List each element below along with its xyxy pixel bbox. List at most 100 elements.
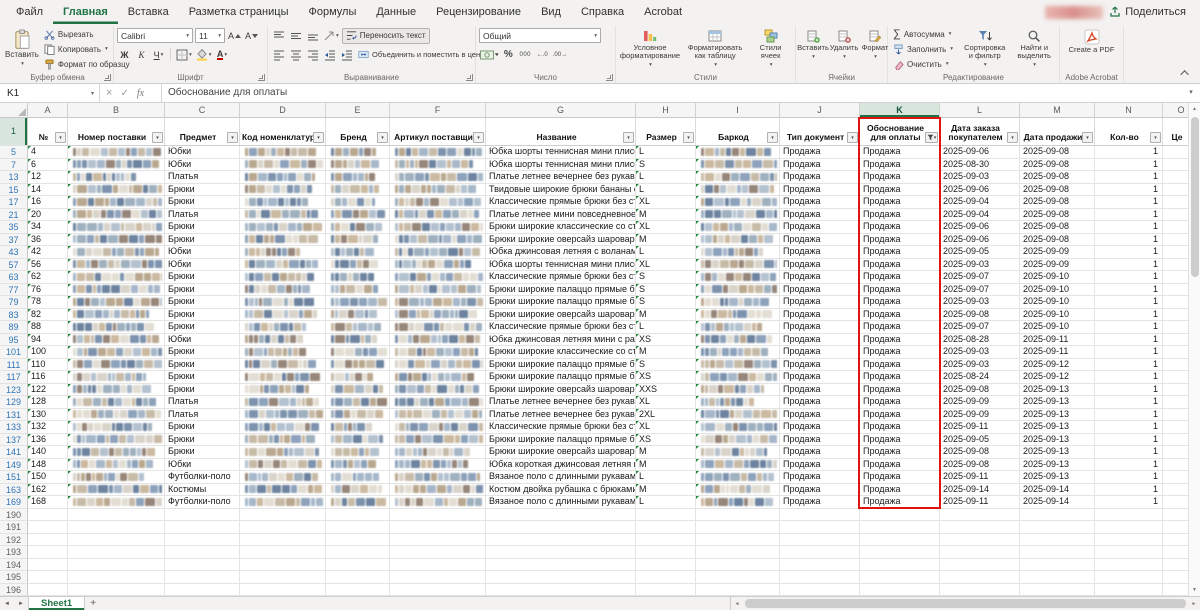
cell-F111[interactable] <box>390 358 486 371</box>
cell-I15[interactable] <box>696 183 780 196</box>
paste-button[interactable]: Вставить ▾ <box>5 27 39 73</box>
cell-A95[interactable]: 94 <box>28 333 68 346</box>
cell-E196[interactable] <box>326 583 390 596</box>
filter-header-cell-I[interactable]: Баркод ▾ <box>696 118 780 146</box>
cell-B5[interactable] <box>68 146 165 159</box>
cell-I190[interactable] <box>696 508 780 521</box>
cell-styles-button[interactable]: Стили ячеек ▾ <box>749 27 792 73</box>
cell-G190[interactable] <box>486 508 636 521</box>
cell-C141[interactable]: Брюки <box>165 446 240 459</box>
cell-H5[interactable]: L <box>636 146 696 159</box>
increase-indent-button[interactable] <box>339 47 354 62</box>
cell-K192[interactable] <box>860 533 940 546</box>
confirm-entry-button[interactable]: ✓ <box>120 88 128 99</box>
row-header-7[interactable]: 7 <box>0 158 28 171</box>
cell-G83[interactable]: Брюки широкие оверсайз шаровары ба <box>486 308 636 321</box>
cell-N63[interactable]: 1 <box>1095 271 1163 284</box>
cell-K194[interactable] <box>860 558 940 571</box>
cell-E194[interactable] <box>326 558 390 571</box>
cell-K77[interactable]: Продажа <box>860 283 940 296</box>
cell-I149[interactable] <box>696 458 780 471</box>
cell-B149[interactable] <box>68 458 165 471</box>
filter-dropdown-button[interactable]: ▾ <box>1082 132 1093 143</box>
cell-I117[interactable] <box>696 371 780 384</box>
cell-F117[interactable] <box>390 371 486 384</box>
cell-D137[interactable] <box>240 433 326 446</box>
cell-G123[interactable]: Брюки широкие оверсайз шаровары ба <box>486 383 636 396</box>
fill-button[interactable]: Заполнить ▾ <box>891 42 957 56</box>
cell-K141[interactable]: Продажа <box>860 446 940 459</box>
sort-filter-button[interactable]: Сортировка и фильтр ▾ <box>960 27 1009 73</box>
cell-M131[interactable]: 2025-09-13 <box>1020 408 1095 421</box>
cell-G169[interactable]: Вязаное поло с длинными рукавами ol <box>486 496 636 509</box>
cell-D111[interactable] <box>240 358 326 371</box>
row-header-193[interactable]: 193 <box>0 546 28 559</box>
cell-A15[interactable]: 14 <box>28 183 68 196</box>
ribbon-tab[interactable]: Рецензирование <box>426 0 531 24</box>
cell-D129[interactable] <box>240 396 326 409</box>
cell-A190[interactable] <box>28 508 68 521</box>
cell-F149[interactable] <box>390 458 486 471</box>
filter-header-cell-E[interactable]: Бренд ▾ <box>326 118 390 146</box>
cell-F89[interactable] <box>390 321 486 334</box>
clear-button[interactable]: Очистить ▾ <box>891 57 957 71</box>
filter-header-cell-J[interactable]: Тип документ ▾ <box>780 118 860 146</box>
cell-B131[interactable] <box>68 408 165 421</box>
cell-B7[interactable] <box>68 158 165 171</box>
filter-header-cell-B[interactable]: Номер поставки ▾ <box>68 118 165 146</box>
cell-M192[interactable] <box>1020 533 1095 546</box>
cell-G141[interactable]: Брюки широкие оверсайз шаровары ба <box>486 446 636 459</box>
cell-A169[interactable]: 168 <box>28 496 68 509</box>
row-header-137[interactable]: 137 <box>0 433 28 446</box>
cell-D13[interactable] <box>240 171 326 184</box>
cell-D101[interactable] <box>240 346 326 359</box>
collapse-ribbon-button[interactable] <box>1178 66 1194 80</box>
insert-function-button[interactable]: fx <box>137 88 144 99</box>
align-middle-button[interactable] <box>288 28 303 43</box>
cell-N101[interactable]: 1 <box>1095 346 1163 359</box>
insert-cells-button[interactable]: Вставить ▾ <box>797 27 829 73</box>
cell-D7[interactable] <box>240 158 326 171</box>
cell-M149[interactable]: 2025-09-13 <box>1020 458 1095 471</box>
cell-N196[interactable] <box>1095 583 1163 596</box>
cell-I133[interactable] <box>696 421 780 434</box>
cell-K111[interactable]: Продажа <box>860 358 940 371</box>
filter-header-cell-A[interactable]: № ▾ <box>28 118 68 146</box>
cell-L169[interactable]: 2025-09-11 <box>940 496 1020 509</box>
cell-E141[interactable] <box>326 446 390 459</box>
cell-L192[interactable] <box>940 533 1020 546</box>
cell-B151[interactable] <box>68 471 165 484</box>
cell-K133[interactable]: Продажа <box>860 421 940 434</box>
cell-H57[interactable]: XL <box>636 258 696 271</box>
cell-E123[interactable] <box>326 383 390 396</box>
cell-B123[interactable] <box>68 383 165 396</box>
create-pdf-button[interactable]: Create a PDF <box>1067 27 1117 73</box>
cell-M17[interactable]: 2025-09-08 <box>1020 196 1095 209</box>
orientation-button[interactable]: ▾ <box>322 28 340 43</box>
filter-applied-button[interactable]: ▾ <box>925 132 938 143</box>
cell-B196[interactable] <box>68 583 165 596</box>
cell-B192[interactable] <box>68 533 165 546</box>
cell-M195[interactable] <box>1020 571 1095 584</box>
cell-L35[interactable]: 2025-09-06 <box>940 221 1020 234</box>
cell-E101[interactable] <box>326 346 390 359</box>
row-header-63[interactable]: 63 <box>0 271 28 284</box>
cell-J13[interactable]: Продажа <box>780 171 860 184</box>
cell-F21[interactable] <box>390 208 486 221</box>
cell-C63[interactable]: Брюки <box>165 271 240 284</box>
ribbon-tab[interactable]: Acrobat <box>634 0 692 24</box>
cell-C190[interactable] <box>165 508 240 521</box>
cell-F151[interactable] <box>390 471 486 484</box>
cell-C151[interactable]: Футболки-поло <box>165 471 240 484</box>
cell-D195[interactable] <box>240 571 326 584</box>
cell-D163[interactable] <box>240 483 326 496</box>
borders-button[interactable]: ▾ <box>175 47 193 62</box>
cell-M111[interactable]: 2025-09-12 <box>1020 358 1095 371</box>
cell-N141[interactable]: 1 <box>1095 446 1163 459</box>
cell-C111[interactable]: Брюки <box>165 358 240 371</box>
cell-M129[interactable]: 2025-09-13 <box>1020 396 1095 409</box>
row-header-133[interactable]: 133 <box>0 421 28 434</box>
cell-L79[interactable]: 2025-09-03 <box>940 296 1020 309</box>
cell-B37[interactable] <box>68 233 165 246</box>
cell-I5[interactable] <box>696 146 780 159</box>
